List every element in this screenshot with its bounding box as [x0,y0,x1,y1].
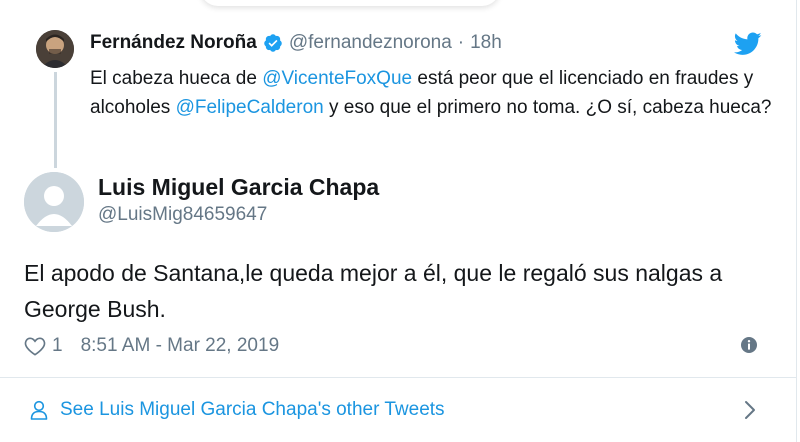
info-icon[interactable] [740,336,758,354]
quoted-author-handle[interactable]: @fernandeznorona [289,32,452,54]
quoted-tweet-header: Fernández Noroña @fernandeznorona · 18h [90,30,502,56]
reply-author-avatar[interactable] [24,172,84,232]
footer-divider [0,377,797,378]
reply-author-handle[interactable]: @LuisMig84659647 [98,204,267,226]
tweet-meta-row: 1 8:51 AM - Mar 22, 2019 [24,333,279,359]
top-shadow-decoration [200,0,500,6]
mention-link[interactable]: @VicenteFoxQue [262,68,412,89]
see-other-tweets-link[interactable]: See Luis Miguel Garcia Chapa's other Twe… [30,397,445,423]
quoted-author-name[interactable]: Fernández Noroña [90,32,257,54]
like-count: 1 [52,335,63,356]
see-other-tweets-label[interactable]: See Luis Miguel Garcia Chapa's other Twe… [60,399,445,421]
text-segment: y eso que el primero no toma. ¿O sí, cab… [323,97,772,118]
reply-author-name[interactable]: Luis Miguel Garcia Chapa [98,174,379,201]
heart-icon[interactable] [24,336,46,356]
text-segment: El cabeza hueca de [90,68,263,89]
chevron-right-icon[interactable] [744,400,756,420]
verified-badge-icon [264,34,282,52]
twitter-bird-icon[interactable] [734,32,762,56]
person-icon [30,400,48,420]
tweet-timestamp[interactable]: 8:51 AM - Mar 22, 2019 [81,335,280,357]
embedded-tweet-card: Fernández Noroña @fernandeznorona · 18h … [0,0,797,442]
header-separator: · [457,32,465,53]
quoted-tweet-text: El cabeza hueca de @VicenteFoxQue está p… [90,64,780,122]
reply-tweet-text: El apodo de Santana,le queda mejor a él,… [24,260,723,322]
quoted-tweet-age[interactable]: 18h [470,32,502,54]
quoted-author-avatar[interactable] [36,30,74,68]
mention-link[interactable]: @FelipeCalderon [176,97,324,118]
thread-connector-line [54,72,57,168]
